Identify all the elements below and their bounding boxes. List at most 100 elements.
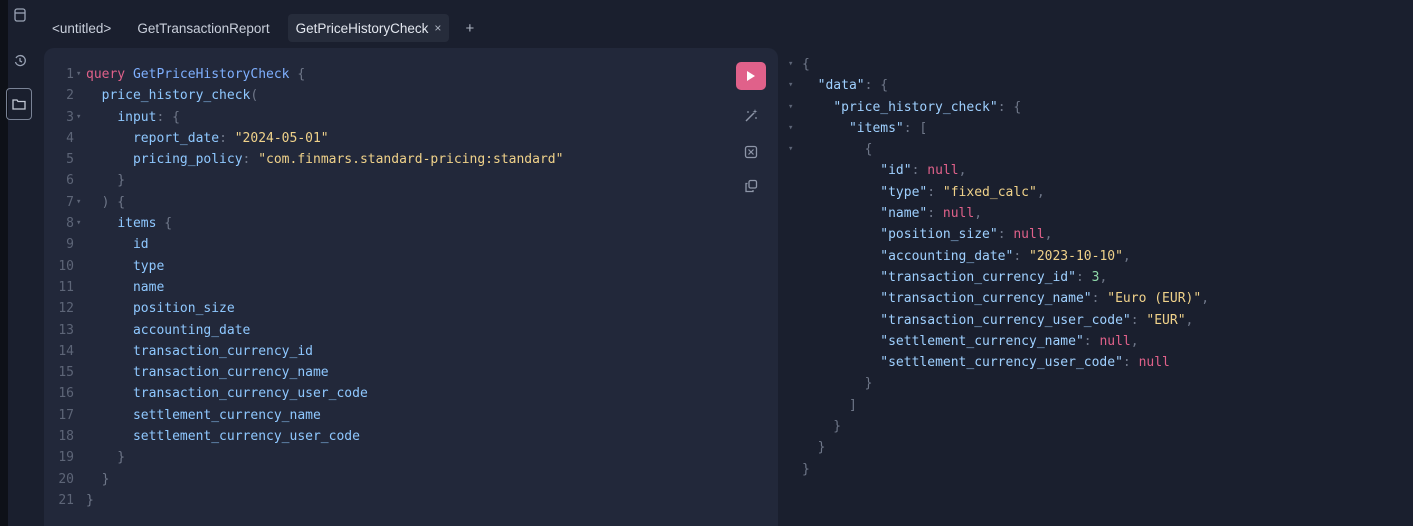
selection-field: name [132, 279, 165, 295]
close-icon[interactable]: × [434, 21, 441, 35]
code-line: 5 pricing_policy: "com.finmars.standard-… [44, 149, 563, 170]
fold-icon[interactable]: ▾ [788, 54, 802, 75]
json-comma: , [1122, 248, 1131, 264]
fold-icon [74, 234, 86, 255]
line-number: 8 [66, 216, 74, 232]
line-number: 21 [58, 492, 74, 508]
line-number: 4 [66, 130, 74, 146]
tab-gettransactionreport[interactable]: GetTransactionReport [129, 14, 277, 42]
result-line: "type": "fixed_calc", [788, 182, 1209, 203]
json-key: "settlement_currency_name" [880, 333, 1084, 349]
fold-icon[interactable]: ▾ [74, 192, 86, 213]
code-line: 16 transaction_currency_user_code [44, 383, 563, 404]
argument-value: "2024-05-01" [234, 130, 329, 146]
folder-icon[interactable] [6, 88, 32, 120]
json-comma: , [1099, 269, 1108, 285]
result-panel[interactable]: ▾{ ▾ "data": { ▾ "price_history_check": … [778, 48, 1413, 526]
fold-icon [74, 320, 86, 341]
code-line: 18 settlement_currency_user_code [44, 426, 563, 447]
json-comma: , [1130, 333, 1139, 349]
code-line: 2 price_history_check( [44, 85, 563, 106]
fold-icon[interactable]: ▾ [788, 75, 802, 96]
query-editor[interactable]: 1 ▾ query GetPriceHistoryCheck { 2 price_h… [44, 48, 778, 526]
selection-field: type [132, 258, 165, 274]
copy-icon[interactable] [736, 174, 766, 198]
json-key: "type" [880, 184, 928, 200]
fold-icon [74, 405, 86, 426]
code-line: 15 transaction_currency_name [44, 362, 563, 383]
fold-icon[interactable]: ▾ [788, 97, 802, 118]
fold-icon [74, 277, 86, 298]
json-key: "price_history_check" [833, 99, 998, 115]
fold-icon[interactable]: ▾ [788, 139, 802, 160]
json-value: "Euro (EUR)" [1107, 291, 1202, 307]
result-line: ▾ "items": [ [788, 118, 1209, 139]
code-line: 12 position_size [44, 298, 563, 319]
line-number: 16 [58, 386, 74, 402]
json-comma: , [958, 163, 967, 179]
result-line: ▾ "data": { [788, 75, 1209, 96]
result-json: ▾{ ▾ "data": { ▾ "price_history_check": … [788, 54, 1209, 480]
json-key: "data" [817, 78, 865, 94]
json-value: "2023-10-10" [1029, 248, 1123, 264]
tab-untitled[interactable]: <untitled> [44, 14, 119, 42]
argument-value: "com.finmars.standard-pricing:standard" [258, 152, 564, 168]
result-line: ] [802, 397, 857, 413]
code-line: 17 settlement_currency_name [44, 405, 563, 426]
fold-icon [74, 298, 86, 319]
fold-icon [74, 362, 86, 383]
tab-label: GetTransactionReport [137, 20, 270, 36]
selection-field: accounting_date [132, 322, 251, 338]
result-line: "name": null, [788, 203, 1209, 224]
json-comma: , [1201, 291, 1210, 307]
json-comma: , [1044, 227, 1053, 243]
fold-icon [74, 469, 86, 490]
code-line: 19 } [44, 447, 563, 468]
add-tab-button[interactable]: + [459, 20, 480, 37]
fold-icon[interactable]: ▾ [74, 64, 86, 85]
line-number: 7 [66, 194, 74, 210]
json-key: "id" [880, 163, 912, 179]
line-number: 18 [58, 429, 74, 445]
json-key: "settlement_currency_user_code" [880, 355, 1123, 371]
selection-field: transaction_currency_id [132, 343, 313, 359]
json-value: null [1138, 355, 1170, 371]
code-line: 11 name [44, 277, 563, 298]
code-line: 8 ▾ items { [44, 213, 563, 234]
merge-icon[interactable] [736, 140, 766, 164]
document-icon[interactable] [8, 4, 32, 26]
window-edge [0, 0, 8, 526]
tab-label: GetPriceHistoryCheck [295, 20, 429, 36]
json-value: null [1013, 227, 1045, 243]
json-value: null [927, 163, 959, 179]
sidebar-rail [6, 0, 36, 526]
result-line: "transaction_currency_id": 3, [788, 267, 1209, 288]
tab-getpricehistorycheck[interactable]: GetPriceHistoryCheck × [287, 14, 450, 42]
json-key: "transaction_currency_user_code" [880, 312, 1131, 328]
magic-wand-icon[interactable] [736, 104, 766, 128]
fold-icon[interactable]: ▾ [74, 107, 86, 128]
line-number: 5 [66, 152, 74, 168]
line-number: 3 [66, 109, 74, 125]
json-value: 3 [1091, 269, 1100, 285]
fold-icon[interactable]: ▾ [788, 118, 802, 139]
play-icon [747, 71, 755, 81]
fold-icon [74, 256, 86, 277]
run-button[interactable] [736, 62, 766, 90]
selection-field: position_size [132, 301, 235, 317]
result-line: "accounting_date": "2023-10-10", [788, 246, 1209, 267]
fold-icon[interactable]: ▾ [74, 213, 86, 234]
line-number: 11 [58, 279, 74, 295]
line-number: 13 [58, 322, 74, 338]
code-line: 4 report_date: "2024-05-01" [44, 128, 563, 149]
json-key: "items" [848, 120, 904, 136]
code-line: 9 id [44, 234, 563, 255]
result-line: } [802, 419, 842, 435]
tab-label: <untitled> [52, 20, 112, 36]
history-icon[interactable] [8, 50, 32, 72]
json-value: null [1099, 333, 1131, 349]
query-keyword: query [86, 67, 126, 82]
code-line: 1 ▾ query GetPriceHistoryCheck { [44, 64, 563, 85]
fold-icon [74, 426, 86, 447]
json-comma: , [1185, 312, 1194, 328]
